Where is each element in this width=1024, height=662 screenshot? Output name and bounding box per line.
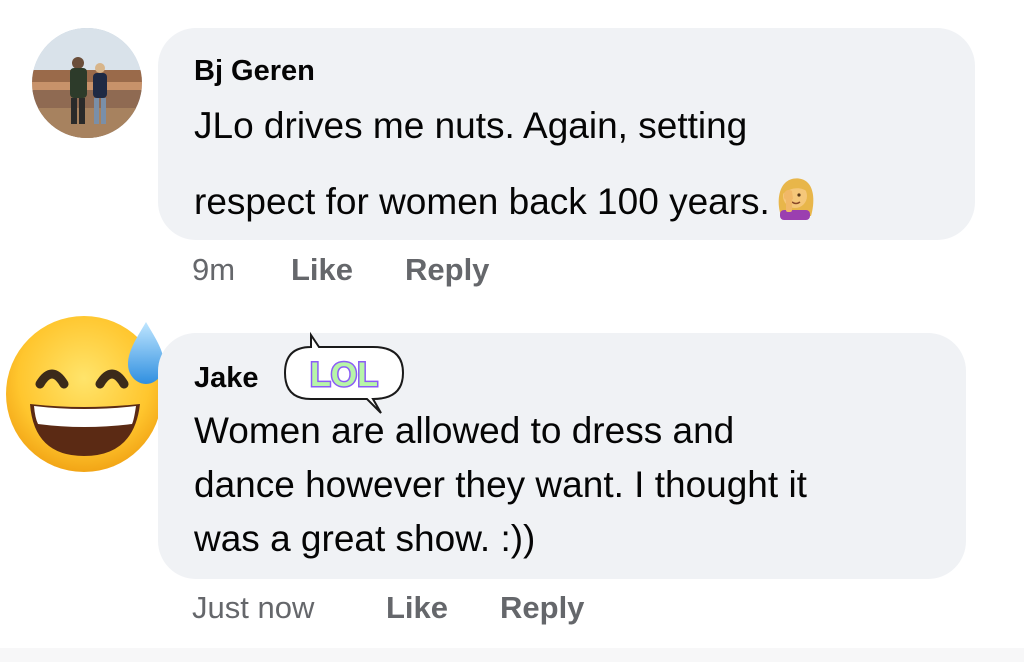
comment-timestamp[interactable]: 9m	[192, 252, 235, 288]
bottom-divider	[0, 648, 1024, 662]
comment-author[interactable]: Bj Geren	[194, 54, 315, 88]
lol-sticker-text: LOL	[310, 356, 378, 394]
avatar-bj-geren[interactable]	[32, 28, 142, 138]
comment-bubble: Bj Geren JLo drives me nuts. Again, sett…	[158, 28, 975, 240]
comment-text-line: respect for women back 100 years.	[194, 174, 818, 230]
comment-bubble: Jake LOL Women are allowed to dress and …	[158, 331, 966, 579]
comment-text-line: was a great show. :))	[194, 518, 536, 559]
comment-text-line-content: respect for women back 100 years.	[194, 181, 770, 222]
like-button[interactable]: Like	[291, 252, 353, 288]
comment-text-line: dance however they want. I thought it	[194, 464, 807, 505]
comment-author[interactable]: Jake	[194, 361, 259, 395]
comment-text-line: Women are allowed to dress and	[194, 410, 735, 451]
like-button[interactable]: Like	[386, 590, 448, 626]
profile-photo-icon	[32, 28, 142, 138]
woman-facepalming-icon	[772, 174, 818, 230]
grinning-face-with-sweat-icon	[6, 316, 164, 472]
comment-timestamp[interactable]: Just now	[192, 590, 314, 626]
lol-sticker: LOL	[281, 331, 407, 417]
avatar-jake[interactable]	[4, 306, 172, 474]
reply-button[interactable]: Reply	[500, 590, 584, 626]
comment-text-line: JLo drives me nuts. Again, setting	[194, 105, 748, 146]
reply-button[interactable]: Reply	[405, 252, 489, 288]
